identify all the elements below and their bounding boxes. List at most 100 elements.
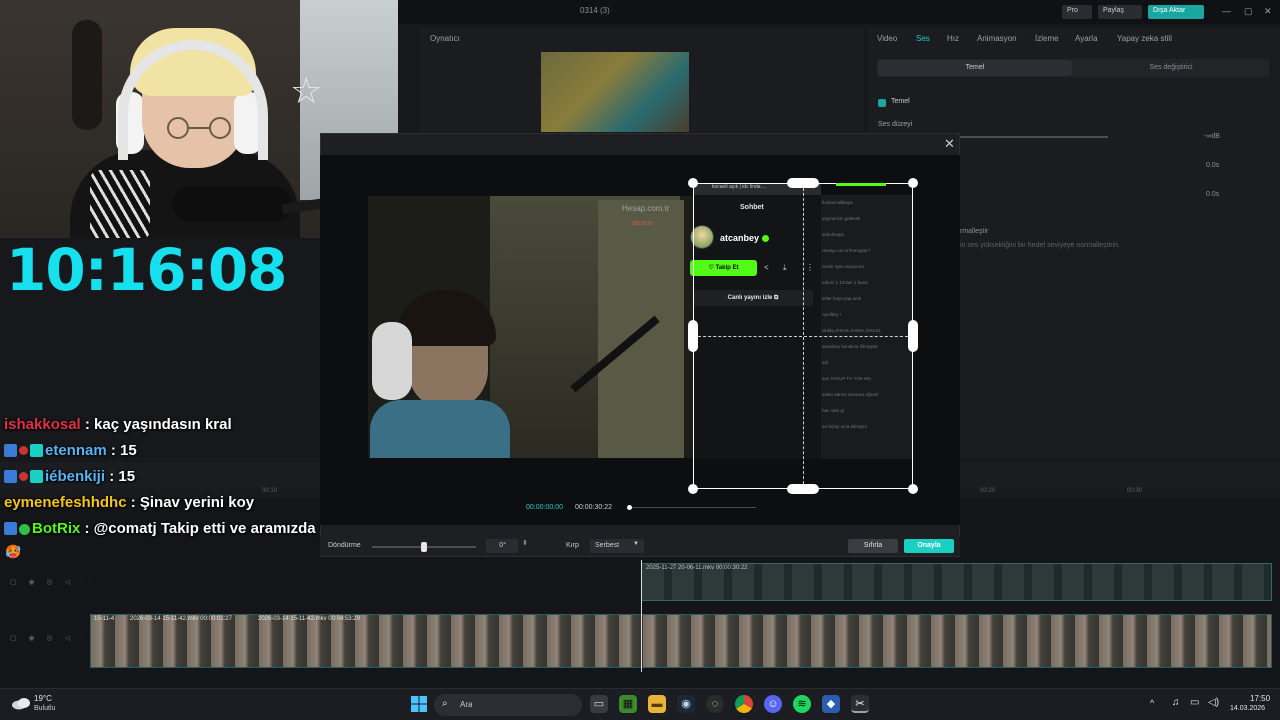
crop-handle-bottom[interactable]	[787, 484, 819, 494]
chat-text: : 15	[105, 468, 136, 485]
rotation-stepper-icon[interactable]: ⬍	[522, 539, 528, 547]
obs-icon[interactable]: ◌	[706, 695, 724, 713]
taskbar-search[interactable]	[434, 694, 582, 716]
chat-text: : kaç yaşındasın kral	[80, 416, 232, 433]
chat-message: eymenefeshhdhc : Şinav yerini koy	[4, 494, 254, 511]
discord-icon[interactable]: ☺	[764, 695, 782, 713]
scrubber-knob[interactable]	[627, 505, 632, 510]
chrome-icon[interactable]	[735, 695, 753, 713]
preview-scrubber[interactable]	[628, 507, 756, 508]
playhead[interactable]	[641, 560, 642, 672]
crop-handle-top-left[interactable]	[688, 178, 698, 188]
track-controls[interactable]: ▢ ◉ ◎ ◁ ···	[10, 578, 104, 586]
minimize-icon[interactable]: —	[1222, 6, 1231, 16]
ruler-tick: 00:20	[980, 488, 996, 494]
clip-label: 2025-11-27 20-06-11.mkv 00:00:30:22	[646, 565, 748, 571]
file-explorer-icon[interactable]: ▬	[648, 695, 666, 713]
crop-grid-line	[693, 336, 913, 337]
volume-value[interactable]: -∞dB	[1204, 133, 1220, 140]
stream-watermark-secondary: atcann	[632, 220, 654, 227]
verified-badge-icon	[4, 470, 17, 483]
capcut-icon[interactable]: ✂	[851, 695, 869, 713]
tab-tracking[interactable]: İzleme	[1035, 34, 1059, 43]
volume-slider[interactable]	[958, 136, 1108, 138]
export-button[interactable]: Dışa Aktar	[1148, 5, 1204, 19]
webcam-jacket-stripes	[90, 170, 150, 238]
normalize-label: rmalleştir	[960, 228, 989, 235]
chat-username: BotRix	[32, 520, 81, 537]
reset-button[interactable]: Sıfırla	[848, 539, 898, 553]
crop-handle-left[interactable]	[688, 320, 698, 352]
chat-username: iébenkiji	[45, 468, 106, 485]
maximize-icon[interactable]: ▢	[1244, 6, 1253, 17]
tab-video[interactable]: Video	[877, 34, 897, 43]
red-badge-icon	[19, 446, 28, 455]
sub-tab-voice-changer[interactable]: Ses değiştirici	[1074, 60, 1268, 76]
fade-out-value[interactable]: 0.0s	[1206, 191, 1219, 198]
chevron-down-icon[interactable]: ▼	[633, 541, 639, 547]
crop-handle-right[interactable]	[908, 320, 918, 352]
system-date[interactable]: 14.03.2026	[1230, 705, 1265, 712]
normalize-description: in ses yüksekliğini bir hedef seviyeye n…	[960, 242, 1120, 249]
search-placeholder[interactable]: Ara	[460, 700, 472, 709]
chat-username: etennam	[45, 442, 107, 459]
rotation-input[interactable]: 0°	[486, 539, 518, 553]
basic-section-label: Temel	[891, 98, 910, 105]
verified-badge-icon	[4, 444, 17, 457]
gift-badge-icon	[30, 444, 43, 457]
video-headphone	[372, 322, 412, 400]
close-window-icon[interactable]: ✕	[1264, 6, 1272, 17]
chat-message: ishakkosal : kaç yaşındasın kral	[4, 416, 232, 433]
tab-speed[interactable]: Hız	[947, 34, 959, 43]
volume-icon[interactable]: ◁)	[1208, 697, 1219, 708]
chat-username: eymenefeshhdhc	[4, 494, 127, 511]
system-time[interactable]: 17:50	[1250, 694, 1270, 703]
chat-text: : Şinav yerini koy	[126, 494, 255, 511]
rotation-label: Döndürme	[328, 542, 361, 549]
basic-checkbox[interactable]	[878, 99, 886, 107]
steam-icon[interactable]: ◉	[677, 695, 695, 713]
microphone-icon[interactable]: ♫	[1172, 697, 1180, 708]
tab-adjust[interactable]: Ayarla	[1075, 34, 1098, 43]
share-button[interactable]: Paylaş	[1098, 5, 1142, 19]
fade-in-value[interactable]: 0.0s	[1206, 162, 1219, 169]
crop-handle-top-right[interactable]	[908, 178, 918, 188]
document-title: 0314 (3)	[580, 6, 610, 15]
crop-handle-top[interactable]	[787, 178, 819, 188]
confirm-button[interactable]: Onayla	[904, 539, 954, 553]
clip-label: 2026-03-14 15-11-42.mkv 00:00:01:27	[130, 616, 232, 622]
glasses	[167, 117, 231, 139]
stream-clock: 10:16:08	[6, 236, 288, 304]
crop-handle-bottom-right[interactable]	[908, 484, 918, 494]
network-icon[interactable]: ▭	[1190, 697, 1199, 708]
chat-message: etennam : 15	[4, 442, 137, 459]
chat-message: iébenkiji : 15	[4, 468, 135, 485]
red-badge-icon	[19, 472, 28, 481]
app-icon[interactable]: ◆	[822, 695, 840, 713]
chevron-up-icon[interactable]: ^	[1150, 698, 1154, 708]
sub-tab-basic[interactable]: Temel	[878, 60, 1072, 76]
ruler-tick: 00:10	[262, 488, 278, 494]
pro-button[interactable]: Pro	[1062, 5, 1092, 19]
tab-ai-style[interactable]: Yapay zeka stili	[1117, 34, 1172, 43]
crop-handle-bottom-left[interactable]	[688, 484, 698, 494]
cloud-icon[interactable]	[11, 696, 31, 710]
chat-emoji: 🥵	[5, 544, 22, 559]
volume-label: Ses düzeyi	[878, 121, 913, 128]
task-view-icon[interactable]: ▭	[590, 695, 608, 713]
close-icon[interactable]: ✕	[944, 136, 955, 152]
ruler-tick: 00:30	[1127, 488, 1143, 494]
chat-text: : 15	[106, 442, 137, 459]
video-person-shirt	[370, 400, 510, 458]
spotify-icon[interactable]: ≋	[793, 695, 811, 713]
windows-start-icon[interactable]	[410, 695, 428, 713]
clip-label: 15-11-4	[94, 616, 115, 622]
minecraft-icon[interactable]: ▦	[619, 695, 637, 713]
timeline-clip-webcam[interactable]	[90, 614, 1272, 668]
rotation-slider-knob[interactable]	[421, 542, 427, 552]
stream-watermark: Hesap.com.tr	[622, 204, 670, 213]
tab-audio[interactable]: Ses	[916, 34, 930, 43]
weather-description[interactable]: Bulutlu	[34, 705, 55, 712]
tab-animation[interactable]: Animasyon	[977, 34, 1017, 43]
weather-temperature[interactable]: 19°C	[34, 694, 52, 703]
